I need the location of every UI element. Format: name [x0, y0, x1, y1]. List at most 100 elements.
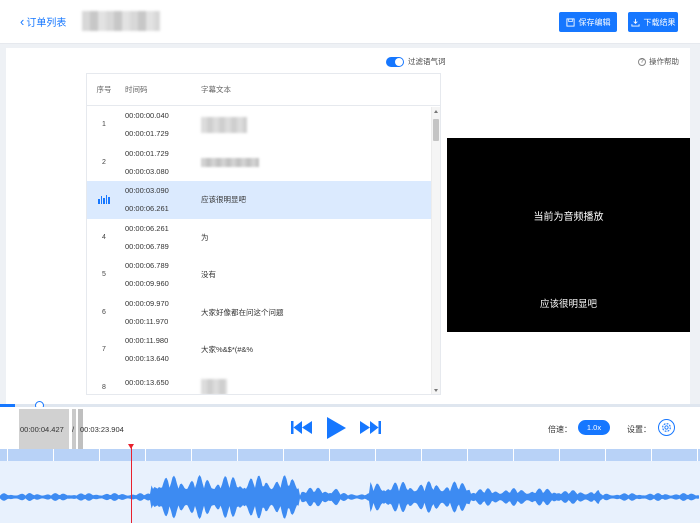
table-row[interactable]: 1 00:00:00.040 00:00:01.729	[87, 106, 440, 144]
playing-indicator-icon	[87, 195, 121, 205]
scrollbar-thumb[interactable]	[433, 119, 439, 141]
ruler-tick	[237, 449, 238, 461]
redacted-block	[201, 116, 247, 133]
gear-icon	[662, 423, 671, 432]
ruler-tick	[651, 449, 652, 461]
row-index: 8	[102, 383, 106, 391]
ruler-tick	[697, 449, 698, 461]
table-body: 1 00:00:00.040 00:00:01.729 2 00:00:01.729 00…	[87, 106, 440, 394]
table-row[interactable]: 7 00:00:11.980 00:00:13.640 大家%&$*(#&%	[87, 331, 440, 369]
scroll-up-arrow-icon[interactable]	[434, 110, 438, 113]
end-time: 00:00:03.080	[125, 166, 169, 176]
operation-help-link[interactable]: ? 操作帮助	[638, 56, 679, 67]
audio-bars-icon	[87, 195, 121, 205]
end-time: 00:00:11.970	[125, 316, 169, 326]
column-header-timecode: 时间码	[125, 85, 148, 94]
scroll-down-arrow-icon[interactable]	[434, 389, 438, 392]
subtitle-text[interactable]: 为	[197, 232, 440, 243]
ruler-tick	[513, 449, 514, 461]
top-bar: ‹ 订单列表 保存编辑 下载结果	[0, 0, 700, 44]
subtitle-text[interactable]: 大家%&$*(#&%	[197, 344, 440, 355]
ruler-tick	[283, 449, 284, 461]
redacted-subtitle-text[interactable]	[197, 379, 440, 394]
table-row[interactable]: 4 00:00:06.261 00:00:06.789 为	[87, 219, 440, 257]
table-row[interactable]: 8 00:00:13.650	[87, 369, 440, 394]
row-timecode: 00:00:09.970 00:00:11.970	[121, 299, 197, 326]
ruler-tick	[375, 449, 376, 461]
question-circle-icon: ?	[638, 57, 646, 66]
row-timecode: 00:00:13.650	[121, 378, 197, 394]
start-time: 00:00:00.040	[125, 111, 169, 121]
row-index: 7	[102, 346, 106, 354]
ruler-tick	[7, 449, 8, 461]
download-icon	[630, 18, 640, 27]
table-row[interactable]: 6 00:00:09.970 00:00:11.970 大家好像都在问这个问题	[87, 294, 440, 332]
row-index: 4	[102, 233, 106, 241]
waveform-graph	[0, 475, 699, 519]
preview-subtitle: 应该很明显吧	[539, 299, 597, 310]
waveform[interactable]	[0, 461, 700, 523]
ruler-tick	[53, 449, 54, 461]
player-controls: 00:00:04.427 / 00:03:23.904 倍速： 1.0x 设置：	[0, 407, 700, 449]
editor-panel: 过滤语气词 ? 操作帮助 序号 时间码 字幕文本 1 00:00:00.040 00…	[6, 48, 690, 404]
subtitle-table: 序号 时间码 字幕文本 1 00:00:00.040 00:00:01.729 2 00…	[86, 73, 441, 395]
download-result-button[interactable]: 下载结果	[628, 12, 678, 32]
subtitle-text[interactable]: 应该很明显吧	[197, 194, 440, 205]
filter-filler-words-label: 过滤语气词	[408, 57, 446, 66]
row-timecode: 00:00:06.261 00:00:06.789	[121, 224, 197, 251]
playback-speed-label: 倍速：	[548, 425, 572, 434]
row-timecode: 00:00:06.789 00:00:09.960	[121, 261, 197, 288]
skip-forward-icon	[360, 421, 381, 434]
media-preview: 当前为音频播放 应该很明显吧	[447, 138, 690, 332]
row-index: 5	[102, 271, 106, 279]
chevron-left-icon: ‹	[20, 13, 25, 29]
previous-segment-button[interactable]	[291, 421, 312, 439]
table-scrollbar[interactable]	[431, 107, 440, 394]
ruler-tick	[421, 449, 422, 461]
end-time: 00:00:13.640	[125, 354, 169, 364]
table-row[interactable]: 00:00:03.090 00:00:06.261 应该很明显吧	[87, 181, 440, 219]
waveform-ruler[interactable]	[0, 449, 700, 461]
table-row[interactable]: 5 00:00:06.789 00:00:09.960 没有	[87, 256, 440, 294]
redacted-subtitle-text[interactable]	[197, 157, 440, 167]
download-result-label: 下载结果	[643, 17, 676, 27]
playhead-line[interactable]	[131, 446, 132, 523]
row-index: 1	[102, 121, 106, 129]
end-time: 00:00:06.789	[125, 241, 169, 251]
redacted-block	[201, 379, 227, 394]
ruler-tick	[329, 449, 330, 461]
start-time: 00:00:09.970	[125, 298, 169, 308]
save-edit-button[interactable]: 保存编辑	[559, 12, 617, 32]
table-row[interactable]: 2 00:00:01.729 00:00:03.080	[87, 144, 440, 182]
ruler-tick	[467, 449, 468, 461]
play-button[interactable]	[327, 417, 346, 444]
skip-back-icon	[291, 421, 312, 434]
subtitle-text[interactable]: 没有	[197, 269, 440, 280]
ruler-tick	[191, 449, 192, 461]
start-time: 00:00:06.789	[125, 261, 169, 271]
total-time: 00:03:23.904	[80, 425, 124, 434]
redacted-title	[82, 11, 160, 31]
redacted-block	[201, 157, 259, 167]
subtitle-text[interactable]: 大家好像都在问这个问题	[197, 307, 440, 318]
settings-button[interactable]	[658, 419, 675, 436]
time-separator: /	[72, 425, 75, 434]
ruler-tick	[99, 449, 100, 461]
save-icon	[565, 17, 575, 27]
play-icon	[327, 417, 346, 439]
back-link-label: 订单列表	[26, 18, 67, 29]
filter-filler-words-toggle[interactable]	[386, 56, 404, 67]
audio-playback-message: 当前为音频播放	[533, 212, 604, 223]
back-to-order-list-link[interactable]: ‹ 订单列表	[20, 13, 67, 30]
end-time: 00:00:06.261	[125, 204, 169, 214]
column-header-index: 序号	[96, 85, 112, 94]
redacted-subtitle-text[interactable]	[197, 116, 440, 133]
end-time: 00:00:01.729	[125, 129, 169, 139]
row-timecode: 00:00:01.729 00:00:03.080	[121, 149, 197, 176]
start-time: 00:00:01.729	[125, 148, 169, 158]
waveform-shape	[0, 475, 699, 519]
next-segment-button[interactable]	[360, 421, 381, 439]
table-header: 序号 时间码 字幕文本	[87, 74, 440, 106]
start-time: 00:00:06.261	[125, 223, 169, 233]
playback-speed-button[interactable]: 1.0x	[578, 420, 610, 435]
